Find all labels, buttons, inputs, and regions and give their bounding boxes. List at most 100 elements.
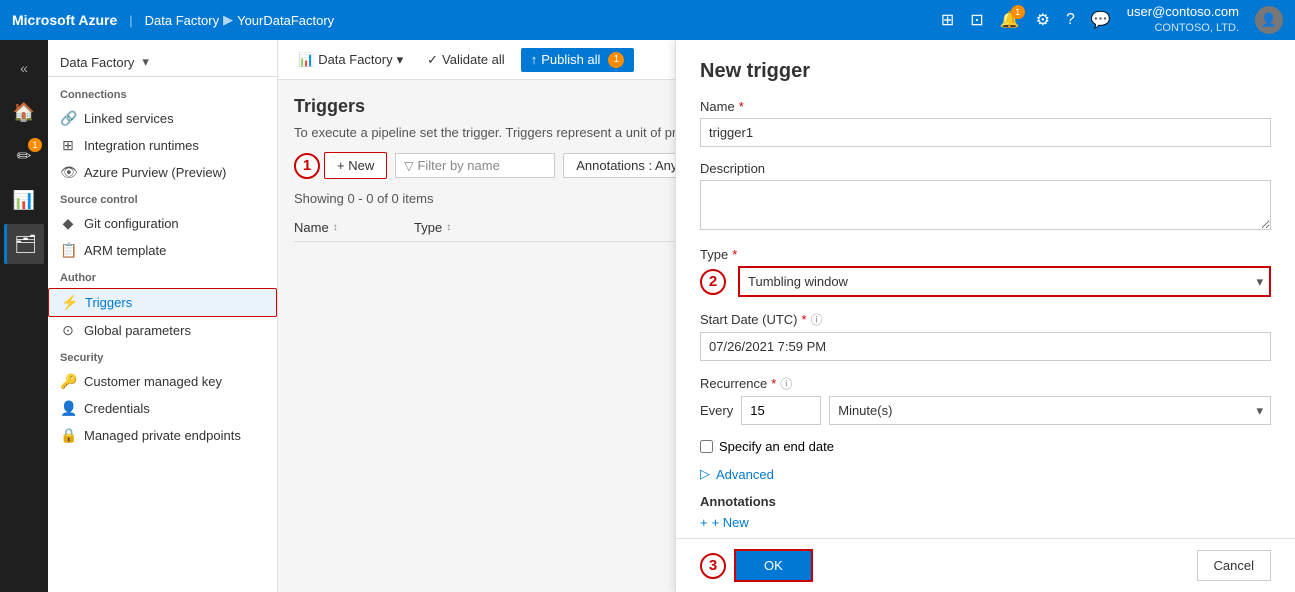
sidebar-item-triggers[interactable]: ⚡ Triggers (48, 288, 277, 317)
sidebar-item-integration-runtimes[interactable]: ⊞ Integration runtimes (48, 132, 277, 159)
cancel-button[interactable]: Cancel (1197, 550, 1271, 581)
publish-icon: ↑ (531, 52, 538, 67)
global-params-label: Global parameters (84, 323, 191, 338)
step1-label: 1 (294, 153, 320, 179)
advanced-expand-icon: ▷ (700, 466, 710, 482)
dropdown-icon: ▾ (397, 52, 404, 68)
ok-label: OK (764, 558, 783, 573)
purview-icon: 👁 (60, 164, 76, 181)
col-name: Name ↕ (294, 220, 414, 235)
feedback-icon[interactable]: 💬 (1091, 10, 1111, 30)
sidebar-item-purview[interactable]: 👁 Azure Purview (Preview) (48, 159, 277, 186)
filter-icon: ▽ (404, 159, 413, 173)
section-source-control: Source control (48, 186, 277, 210)
notification-badge: 1 (1011, 5, 1025, 19)
validate-all-button[interactable]: ✓ Validate all (419, 48, 513, 72)
col-type: Type ↕ (414, 220, 534, 235)
user-email: user@contoso.com (1127, 4, 1239, 21)
end-date-checkbox[interactable] (700, 440, 713, 453)
icon-rail: « 🏠 ✏ 1 📊 🗂 (0, 40, 48, 592)
customer-key-icon: 🔑 (60, 373, 76, 390)
breadcrumb: Data Factory ▶ YourDataFactory (145, 12, 335, 28)
user-org: CONTOSO, LTD. (1127, 21, 1239, 35)
help-icon[interactable]: ? (1066, 11, 1075, 29)
sidebar: Data Factory ▾ Connections 🔗 Linked serv… (48, 40, 278, 592)
arm-template-label: ARM template (84, 243, 166, 258)
name-label-text: Name (700, 99, 735, 114)
integration-runtimes-icon: ⊞ (60, 137, 76, 154)
type-required: * (732, 247, 737, 262)
triggers-label: Triggers (85, 295, 132, 310)
purview-label: Azure Purview (Preview) (84, 165, 226, 180)
sidebar-item-customer-key[interactable]: 🔑 Customer managed key (48, 368, 277, 395)
breadcrumb-your-data-factory[interactable]: YourDataFactory (237, 13, 334, 28)
rail-collapse[interactable]: « (4, 48, 44, 88)
type-field-group: Type * 2 Schedule Tumbling window Event … (700, 247, 1271, 297)
linked-services-icon: 🔗 (60, 110, 76, 127)
name-required: * (739, 99, 744, 114)
description-field-group: Description (700, 161, 1271, 233)
sidebar-item-credentials[interactable]: 👤 Credentials (48, 395, 277, 422)
annotations-filter-label: Annotations : Any (576, 158, 677, 173)
top-bar-icons: ⊞ ⊡ 🔔 1 ⚙ ? 💬 user@contoso.com CONTOSO, … (941, 4, 1283, 35)
filter-input-wrapper[interactable]: ▽ Filter by name (395, 153, 555, 178)
start-date-input[interactable] (700, 332, 1271, 361)
recurrence-unit-select[interactable]: Second(s) Minute(s) Hour(s) Day(s) Week(… (829, 396, 1271, 425)
sidebar-item-git-config[interactable]: ◆ Git configuration (48, 210, 277, 237)
annotations-new-label: + New (712, 515, 749, 530)
avatar[interactable]: 👤 (1255, 6, 1283, 34)
validate-icon: ✓ (427, 52, 438, 68)
annotations-filter-button[interactable]: Annotations : Any (563, 153, 690, 178)
section-author: Author (48, 264, 277, 288)
cancel-label: Cancel (1214, 558, 1254, 573)
integration-runtimes-label: Integration runtimes (84, 138, 199, 153)
type-select[interactable]: Schedule Tumbling window Event Custom ev… (738, 266, 1271, 297)
top-bar: Microsoft Azure | Data Factory ▶ YourDat… (0, 0, 1295, 40)
content-area: 📊 Data Factory ▾ ✓ Validate all ↑ Publis… (278, 40, 1295, 592)
credentials-icon: 👤 (60, 400, 76, 417)
rail-pencil[interactable]: ✏ 1 (4, 136, 44, 176)
notifications-icon[interactable]: 🔔 1 (1000, 10, 1020, 30)
filter-placeholder-text: Filter by name (417, 158, 499, 173)
recurrence-info-icon[interactable]: ⓘ (780, 375, 792, 392)
description-label: Description (700, 161, 1271, 176)
start-date-required: * (802, 312, 807, 327)
sidebar-item-arm-template[interactable]: 📋 ARM template (48, 237, 277, 264)
name-input[interactable] (700, 118, 1271, 147)
git-config-label: Git configuration (84, 216, 179, 231)
sidebar-item-private-endpoints[interactable]: 🔒 Managed private endpoints (48, 422, 277, 449)
advanced-row[interactable]: ▷ Advanced (700, 466, 1271, 482)
recurrence-required: * (771, 376, 776, 391)
breadcrumb-data-factory[interactable]: Data Factory (145, 13, 219, 28)
trigger-panel: New trigger Name * Description Type (675, 40, 1295, 592)
directory-icon[interactable]: ⊡ (970, 10, 983, 30)
start-date-info-icon[interactable]: ⓘ (811, 311, 823, 328)
publish-all-button[interactable]: ↑ Publish all 1 (521, 48, 635, 72)
launch-icon[interactable]: ⊞ (941, 10, 954, 30)
data-factory-toolbar-item[interactable]: 📊 Data Factory ▾ (290, 48, 411, 72)
col-name-label: Name (294, 220, 329, 235)
triggers-desc-text: To execute a pipeline set the trigger. T… (294, 125, 676, 140)
sidebar-item-global-params[interactable]: ⊙ Global parameters (48, 317, 277, 344)
publish-label: Publish all (541, 52, 600, 67)
annotations-section: Annotations + + New (700, 494, 1271, 530)
description-input[interactable] (700, 180, 1271, 230)
end-date-label: Specify an end date (719, 439, 834, 454)
new-trigger-button[interactable]: + New (324, 152, 387, 179)
rail-manage[interactable]: 🗂 (4, 224, 44, 264)
rail-home[interactable]: 🏠 (4, 92, 44, 132)
sidebar-dropdown-icon[interactable]: ▾ (142, 54, 149, 70)
new-trigger-label: + New (337, 158, 374, 173)
col-type-sort[interactable]: ↕ (446, 222, 451, 233)
col-name-sort[interactable]: ↕ (333, 222, 338, 233)
col-type-label: Type (414, 220, 442, 235)
recurrence-value-input[interactable] (741, 396, 821, 425)
ok-button[interactable]: OK (734, 549, 813, 582)
rail-monitor[interactable]: 📊 (4, 180, 44, 220)
sidebar-item-linked-services[interactable]: 🔗 Linked services (48, 105, 277, 132)
annotations-new-button[interactable]: + + New (700, 515, 1271, 530)
chart-icon: 📊 (298, 52, 314, 68)
settings-icon[interactable]: ⚙ (1036, 10, 1050, 30)
validate-label: Validate all (442, 52, 505, 67)
name-label: Name * (700, 99, 1271, 114)
